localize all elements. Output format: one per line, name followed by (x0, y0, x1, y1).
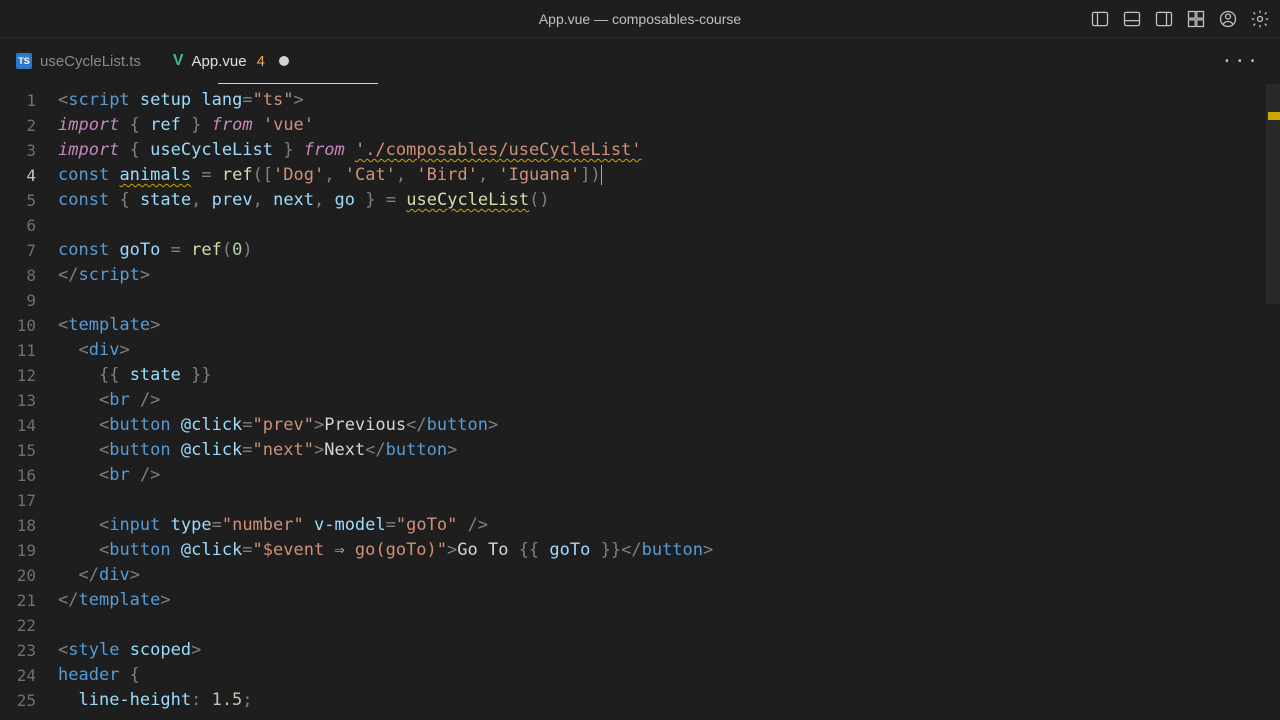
code-line[interactable]: <input type="number" v-model="goTo" /> (58, 513, 1280, 538)
tab-label: App.vue (192, 53, 247, 70)
code-line[interactable]: <style scoped> (58, 638, 1280, 663)
line-number: 14 (0, 413, 36, 438)
code-line[interactable]: import { ref } from 'vue' (58, 113, 1280, 138)
typescript-icon: TS (16, 53, 32, 69)
code-line[interactable] (58, 213, 1280, 238)
line-number: 6 (0, 213, 36, 238)
overview-ruler[interactable] (1266, 84, 1280, 720)
editor[interactable]: 1234567891011121314151617181920212223242… (0, 84, 1280, 720)
line-number: 12 (0, 363, 36, 388)
line-gutter: 1234567891011121314151617181920212223242… (0, 84, 58, 720)
panel-right-icon[interactable] (1154, 9, 1174, 29)
code-line[interactable]: </script> (58, 263, 1280, 288)
dirty-indicator-icon (279, 56, 289, 66)
line-number: 4 (0, 163, 36, 188)
code-area[interactable]: <script setup lang="ts">import { ref } f… (58, 84, 1280, 720)
code-line[interactable]: <script setup lang="ts"> (58, 88, 1280, 113)
tab-appvue[interactable]: V App.vue 4 (157, 38, 329, 84)
line-number: 1 (0, 88, 36, 113)
code-line[interactable]: <button @click="next">Next</button> (58, 438, 1280, 463)
line-number: 2 (0, 113, 36, 138)
problems-badge: 4 (257, 53, 265, 70)
settings-gear-icon[interactable] (1250, 9, 1270, 29)
code-line[interactable]: const animals = ref(['Dog', 'Cat', 'Bird… (58, 163, 1280, 188)
code-line[interactable]: line-height: 1.5; (58, 688, 1280, 713)
code-line[interactable]: <br /> (58, 463, 1280, 488)
line-number: 13 (0, 388, 36, 413)
layout-icon[interactable] (1186, 9, 1206, 29)
titlebar-actions (1090, 9, 1270, 29)
titlebar: App.vue — composables-course (0, 0, 1280, 38)
panel-left-icon[interactable] (1090, 9, 1110, 29)
code-line[interactable] (58, 488, 1280, 513)
code-line[interactable]: <button @click="prev">Previous</button> (58, 413, 1280, 438)
code-line[interactable]: const { state, prev, next, go } = useCyc… (58, 188, 1280, 213)
window-title: App.vue — composables-course (539, 11, 741, 27)
code-line[interactable]: <div> (58, 338, 1280, 363)
panel-bottom-icon[interactable] (1122, 9, 1142, 29)
code-line[interactable] (58, 288, 1280, 313)
code-line[interactable]: <br /> (58, 388, 1280, 413)
tab-bar: TS useCycleList.ts V App.vue 4 ··· (0, 38, 1280, 84)
line-number: 23 (0, 638, 36, 663)
line-number: 9 (0, 288, 36, 313)
tab-overflow-icon[interactable]: ··· (1221, 51, 1260, 72)
line-number: 11 (0, 338, 36, 363)
line-number: 22 (0, 613, 36, 638)
code-line[interactable]: </template> (58, 588, 1280, 613)
line-number: 5 (0, 188, 36, 213)
line-number: 20 (0, 563, 36, 588)
warning-marker-icon[interactable] (1268, 112, 1280, 120)
code-line[interactable]: <button @click="$event ⇒ go(goTo)">Go To… (58, 538, 1280, 563)
code-line[interactable]: <template> (58, 313, 1280, 338)
line-number: 8 (0, 263, 36, 288)
line-number: 24 (0, 663, 36, 688)
code-line[interactable]: {{ state }} (58, 363, 1280, 388)
line-number: 18 (0, 513, 36, 538)
line-number: 16 (0, 463, 36, 488)
vue-icon: V (173, 52, 184, 70)
line-number: 21 (0, 588, 36, 613)
line-number: 10 (0, 313, 36, 338)
line-number: 19 (0, 538, 36, 563)
tab-usecyclelist[interactable]: TS useCycleList.ts (0, 38, 157, 84)
code-line[interactable]: header { (58, 663, 1280, 688)
code-line[interactable]: const goTo = ref(0) (58, 238, 1280, 263)
account-icon[interactable] (1218, 9, 1238, 29)
line-number: 15 (0, 438, 36, 463)
tab-label: useCycleList.ts (40, 53, 141, 70)
code-line[interactable] (58, 613, 1280, 638)
line-number: 25 (0, 688, 36, 713)
code-line[interactable]: </div> (58, 563, 1280, 588)
line-number: 17 (0, 488, 36, 513)
line-number: 7 (0, 238, 36, 263)
line-number: 3 (0, 138, 36, 163)
code-line[interactable]: import { useCycleList } from './composab… (58, 138, 1280, 163)
